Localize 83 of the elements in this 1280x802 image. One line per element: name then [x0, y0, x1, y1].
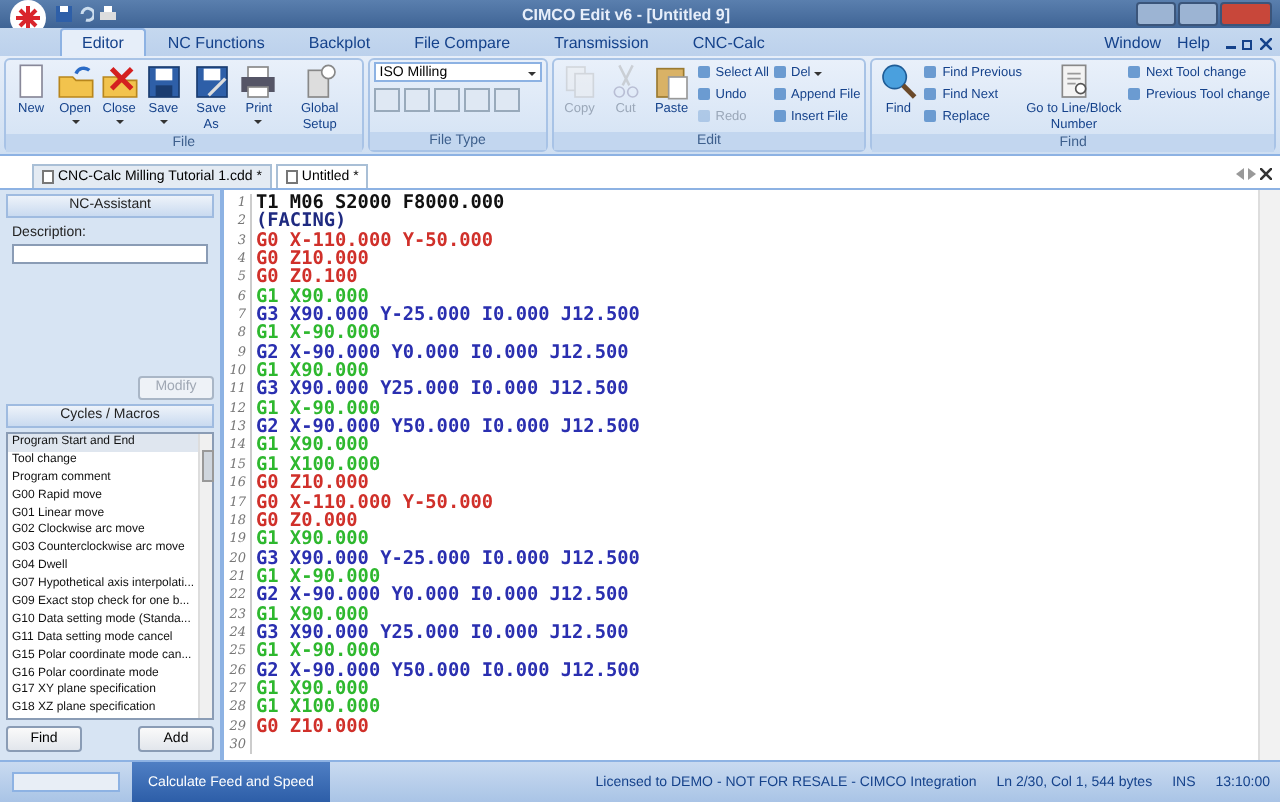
code-line: G0 Z10.000 [256, 474, 369, 493]
minimize-button[interactable] [1136, 2, 1176, 26]
caret-icon [71, 119, 80, 123]
code-line: G1 X90.000 [256, 605, 369, 624]
caret-icon [814, 71, 823, 75]
close-icon[interactable] [1260, 168, 1272, 180]
ribbon-tab[interactable]: File Compare [392, 28, 533, 56]
code-line: G1 X90.000 [256, 287, 369, 307]
code-line: G1 X90.000 [256, 530, 369, 550]
file-type-icon[interactable] [403, 88, 430, 112]
code-line: G0 Z10.000 [256, 250, 369, 269]
code-line: G0 X-110.000 Y-50.000 [256, 493, 494, 512]
floppy-disk-pen-icon [191, 62, 232, 102]
caret-icon [254, 119, 263, 123]
ribbon-tab[interactable]: Transmission [532, 28, 671, 56]
ribbon-tab[interactable]: Backplot [286, 28, 393, 56]
status-panel [12, 772, 120, 792]
scrollbar[interactable] [1258, 190, 1280, 760]
code-line: G2 X-90.000 Y50.000 I0.000 J12.500 [256, 418, 640, 437]
square-icon [922, 108, 939, 124]
folder-x-icon [99, 62, 140, 102]
code-line: G0 Z10.000 [256, 717, 369, 736]
file-type-icon[interactable] [493, 88, 520, 112]
file-type-icon[interactable] [463, 88, 490, 112]
code-line: G2 X-90.000 Y0.000 I0.000 J12.500 [256, 586, 629, 606]
code-line: G0 Z0.100 [256, 268, 358, 288]
menu-item[interactable]: Help [1169, 34, 1218, 56]
code-line: G0 X-110.000 Y-50.000 [256, 231, 494, 251]
code-line: G1 X90.000 [256, 362, 369, 381]
square-icon [771, 108, 787, 124]
document-icon [42, 170, 54, 184]
ribbon-tab[interactable]: NC Functions [145, 28, 287, 56]
code-line: G1 X90.000 [256, 436, 369, 456]
square-icon [695, 108, 712, 124]
code-line: G3 X90.000 Y-25.000 I0.000 J12.500 [256, 549, 640, 568]
square-icon [695, 86, 712, 102]
close-icon[interactable] [1260, 38, 1272, 50]
menu-item[interactable]: Window [1096, 34, 1170, 56]
file-type-icon[interactable] [373, 88, 400, 112]
scrollbar[interactable] [198, 434, 212, 718]
description-field[interactable] [12, 244, 208, 264]
ribbon-tab[interactable]: CNC-Calc [670, 28, 787, 56]
code-line: G3 X90.000 Y-25.000 I0.000 J12.500 [256, 306, 640, 325]
code-line: T1 M06 S2000 F8000.000 [256, 194, 505, 213]
code-line: G1 X100.000 [256, 698, 381, 718]
square-icon [695, 64, 712, 80]
scroll-left-icon[interactable] [1236, 168, 1244, 180]
undo-icon[interactable] [78, 6, 94, 22]
code-line: G2 X-90.000 Y0.000 I0.000 J12.500 [256, 343, 629, 363]
square-icon [922, 86, 939, 102]
folder-icon [55, 62, 96, 102]
code-line: G1 X100.000 [256, 455, 381, 475]
file-type-icon[interactable] [433, 88, 460, 112]
code-line: G2 X-90.000 Y50.000 I0.000 J12.500 [256, 661, 640, 680]
caret-icon [527, 71, 536, 75]
save-icon[interactable] [56, 6, 72, 22]
code-line: (FACING) [256, 212, 347, 232]
code-line: G1 X-90.000 [256, 567, 381, 587]
window-title: CIMCO Edit v6 - [Untitled 9] [520, 5, 732, 23]
square-icon [771, 86, 787, 102]
code-line: G3 X90.000 Y25.000 I0.000 J12.500 [256, 623, 629, 643]
caret-icon [115, 119, 124, 123]
clipboard-icon [651, 62, 692, 102]
square-icon [1125, 64, 1142, 80]
code-line: G1 X-90.000 [256, 642, 381, 662]
restore-icon[interactable] [1242, 38, 1254, 50]
code-line: G0 Z0.000 [256, 511, 358, 531]
search-icon [878, 62, 919, 102]
ribbon-tab[interactable]: Editor [60, 28, 146, 56]
square-icon [922, 64, 939, 80]
scroll-right-icon[interactable] [1248, 168, 1256, 180]
square-icon [1125, 86, 1142, 102]
code-line: G1 X-90.000 [256, 324, 381, 344]
caret-icon [159, 119, 168, 123]
code-line: G1 X-90.000 [256, 399, 381, 419]
code-line: G1 X90.000 [256, 679, 369, 699]
close-button[interactable] [1220, 2, 1272, 26]
code-line: G3 X90.000 Y25.000 I0.000 J12.500 [256, 380, 629, 400]
printer-icon [238, 62, 279, 102]
square-icon [771, 64, 787, 80]
print-icon[interactable] [100, 6, 116, 22]
document-icon [285, 170, 298, 184]
maximize-button[interactable] [1178, 2, 1218, 26]
